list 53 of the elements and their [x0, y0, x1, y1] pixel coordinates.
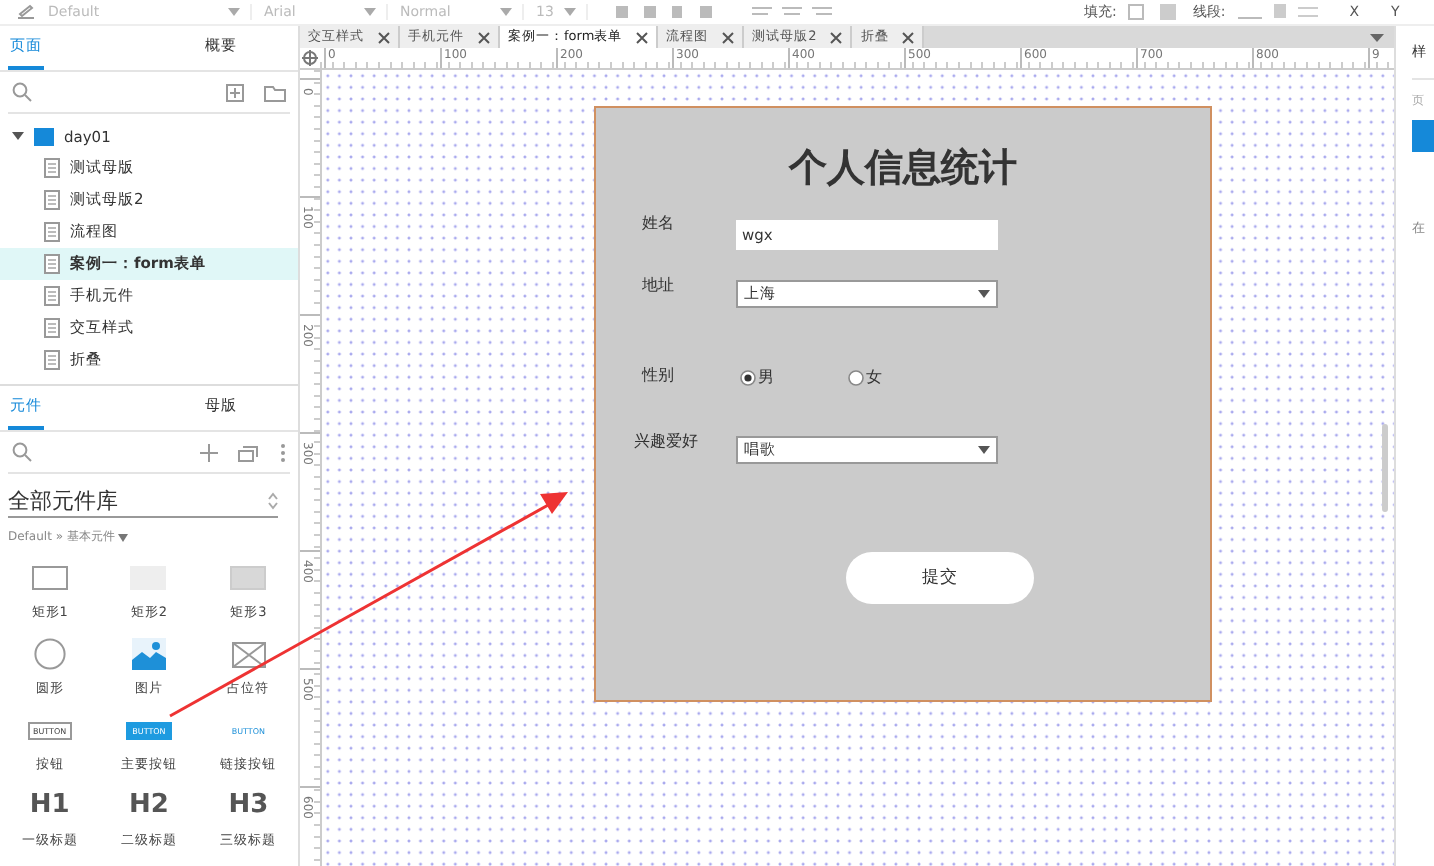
- close-icon: [722, 31, 735, 43]
- close-icon: [378, 31, 390, 43]
- scrollbar-thumb[interactable]: [1382, 424, 1388, 512]
- folder-icon: [264, 83, 286, 101]
- image-icon: [131, 638, 166, 670]
- heading-widget-icon: H3: [228, 792, 269, 820]
- rectangle-icon: [31, 566, 68, 590]
- caret-icon: [118, 533, 129, 541]
- caret-icon: [1370, 33, 1384, 41]
- close-icon: [636, 31, 649, 43]
- caret-icon: [228, 8, 240, 16]
- page-icon: [44, 158, 60, 178]
- page-icon: [44, 318, 60, 338]
- heading-widget-icon: H1: [29, 792, 70, 820]
- page-icon: [44, 286, 60, 306]
- line-style-icons: [1237, 4, 1318, 20]
- caret-icon: [564, 8, 576, 16]
- page-icon: [44, 350, 60, 370]
- more-icon: [280, 443, 286, 461]
- submit-button[interactable]: 提交: [846, 552, 1034, 604]
- library-dropdown[interactable]: 全部元件库: [8, 486, 278, 518]
- search-icon: [12, 82, 32, 102]
- pen-icon: [16, 4, 36, 20]
- caret-icon: [364, 8, 376, 16]
- heading-widget-icon: H2: [129, 792, 169, 820]
- crosshair-icon: [300, 50, 320, 66]
- field-label: 性别: [642, 364, 674, 386]
- updown-caret-icon: [268, 492, 278, 510]
- radio-option[interactable]: 男: [740, 366, 774, 388]
- caret-icon: [978, 446, 990, 454]
- folder-icon: [34, 127, 54, 145]
- page-icon: [44, 222, 60, 242]
- close-icon: [478, 31, 490, 43]
- rectangle-icon: [230, 566, 267, 590]
- caret-icon: [978, 290, 990, 298]
- form-title: 个人信息统计: [786, 144, 1019, 194]
- align-icons: [752, 4, 832, 20]
- page-icon: [44, 190, 60, 210]
- search-icon: [12, 442, 32, 462]
- action-button[interactable]: [1412, 120, 1434, 152]
- plus-icon: [200, 443, 218, 461]
- close-icon: [830, 31, 843, 43]
- add-page-icon: [226, 83, 244, 101]
- page-icon: [44, 254, 60, 274]
- circle-icon: [33, 638, 66, 670]
- field-label: 兴趣爱好: [634, 430, 698, 452]
- stack-icon: [238, 443, 260, 461]
- field-label: 地址: [642, 274, 674, 296]
- radio-option[interactable]: 女: [848, 366, 882, 388]
- caret-icon: [500, 8, 512, 16]
- field-label: 姓名: [642, 212, 674, 234]
- placeholder-icon: [231, 641, 266, 667]
- close-icon: [902, 31, 915, 43]
